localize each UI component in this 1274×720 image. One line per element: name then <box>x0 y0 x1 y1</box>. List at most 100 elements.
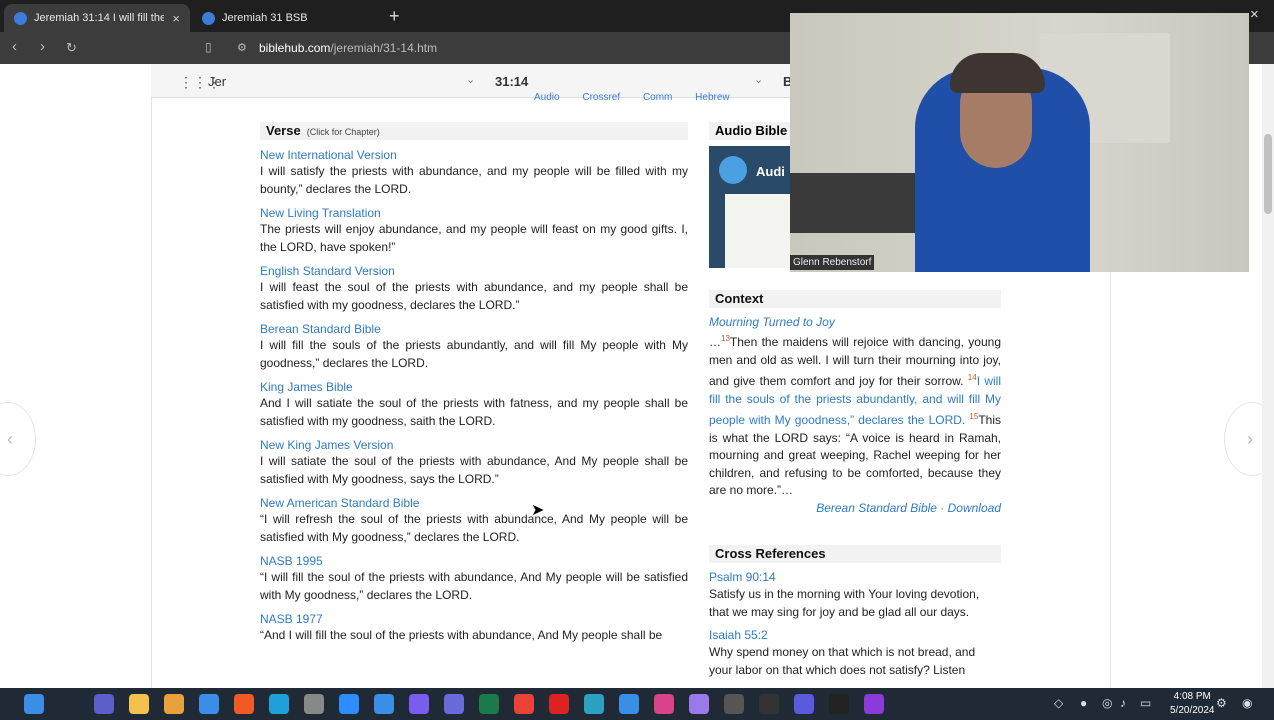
chevron-down-icon[interactable]: ⌄ <box>754 73 763 86</box>
presenter-name-label: Glenn Rebenstorf <box>790 255 875 270</box>
edge-icon[interactable] <box>269 694 289 714</box>
version-entry: English Standard Version I will feast the… <box>260 263 688 314</box>
microphone-icon[interactable]: ● <box>1080 696 1087 710</box>
tab-audio[interactable]: Audio <box>534 92 560 103</box>
version-name-link[interactable]: English Standard Version <box>260 263 688 279</box>
version-text: I will satisfy the priests with abundanc… <box>260 164 688 196</box>
version-name-link[interactable]: NASB 1977 <box>260 611 688 627</box>
version-text: “And I will fill the soul of the priests… <box>260 628 663 642</box>
battery-icon[interactable]: ▭ <box>1140 696 1151 710</box>
version-entry: New International Version I will satisfy … <box>260 147 688 198</box>
speaker-icon[interactable]: ♪ <box>1120 696 1126 710</box>
app-icon[interactable] <box>409 694 429 714</box>
bsb-link[interactable]: Berean Standard Bible <box>816 501 937 515</box>
publisher-icon[interactable] <box>479 694 499 714</box>
close-tab-icon[interactable]: × <box>172 11 180 26</box>
version-entry: New Living Translation The priests will e… <box>260 205 688 256</box>
teams-icon[interactable] <box>94 694 114 714</box>
url-path: /jeremiah/31-14.htm <box>330 41 438 55</box>
bookmark-icon[interactable]: ▯ <box>205 40 212 54</box>
back-icon[interactable]: ‹ <box>12 38 17 55</box>
app-icon[interactable] <box>619 694 639 714</box>
scrollbar-thumb[interactable] <box>1264 134 1272 214</box>
verse-versions-column: Verse (Click for Chapter) New Internation… <box>260 122 688 645</box>
book-select[interactable]: Jer <box>208 74 226 89</box>
tab-crossref[interactable]: Crossref <box>582 92 620 103</box>
biblehub-favicon-icon <box>14 11 27 25</box>
context-section: Context Mourning Turned to Joy …13Then t… <box>709 290 1001 515</box>
tab-comm[interactable]: Comm <box>643 92 672 103</box>
context-source: Berean Standard Bible · Download <box>709 501 1001 515</box>
chrome-icon[interactable] <box>514 694 534 714</box>
version-entry: New American Standard Bible “I will refre… <box>260 495 688 546</box>
brave-icon[interactable] <box>234 694 254 714</box>
start-icon[interactable] <box>24 694 44 714</box>
acrobat-icon[interactable] <box>549 694 569 714</box>
version-text: “I will fill the soul of the priests wit… <box>260 570 688 602</box>
app-icon[interactable] <box>444 694 464 714</box>
verse-number: 14 <box>967 373 977 382</box>
chevron-down-icon[interactable]: ⌄ <box>466 73 475 86</box>
section-tabs: Audio Crossref Comm Hebrew <box>534 92 750 103</box>
version-name-link[interactable]: New King James Version <box>260 437 688 453</box>
tab-title: Jeremiah 31:14 I will fill the soul <box>34 12 165 24</box>
clock[interactable]: 4:08 PM 5/20/2024 <box>1170 690 1215 718</box>
tab-jeremiah-31-14[interactable]: Jeremiah 31:14 I will fill the soul × <box>4 4 190 32</box>
previous-verse-arrow[interactable]: ‹ <box>0 402 36 476</box>
app-icon[interactable] <box>374 694 394 714</box>
next-verse-arrow[interactable]: › <box>1224 402 1262 476</box>
tab-hebrew[interactable]: Hebrew <box>695 92 729 103</box>
app-icon[interactable] <box>864 694 884 714</box>
wifi-icon[interactable]: ◎ <box>1102 696 1112 710</box>
version-name-link[interactable]: New International Version <box>260 147 688 163</box>
version-text: And I will satiate the soul of the pries… <box>260 396 688 428</box>
file-explorer-icon[interactable] <box>129 694 149 714</box>
version-name-link[interactable]: New Living Translation <box>260 205 688 221</box>
tab-jeremiah-31-bsb[interactable]: Jeremiah 31 BSB <box>192 4 378 32</box>
cross-reference-link[interactable]: Isaiah 55:2 <box>709 627 1001 644</box>
version-name-link[interactable]: King James Bible <box>260 379 688 395</box>
new-tab-button[interactable]: + <box>389 6 400 27</box>
app-icon[interactable] <box>724 694 744 714</box>
audio-bible-thumbnail[interactable]: Audi <box>709 146 791 268</box>
context-heading-link[interactable]: Mourning Turned to Joy <box>709 314 1001 330</box>
copilot-icon[interactable]: ◉ <box>1242 696 1252 710</box>
url-host: biblehub.com <box>259 41 331 55</box>
version-name-link[interactable]: NASB 1995 <box>260 553 688 569</box>
version-name-link[interactable]: Berean Standard Bible <box>260 321 688 337</box>
download-link[interactable]: Download <box>948 501 1001 515</box>
reload-icon[interactable]: ↻ <box>66 40 77 56</box>
cross-reference-link[interactable]: Psalm 90:14 <box>709 569 1001 586</box>
network-icon[interactable]: ◇ <box>1054 696 1063 710</box>
site-info-icon[interactable]: ⚙ <box>237 41 247 54</box>
paper-icon <box>725 194 791 268</box>
app-icon[interactable] <box>829 694 849 714</box>
zoom-icon[interactable] <box>339 694 359 714</box>
more-icon[interactable] <box>899 694 919 714</box>
version-name-link[interactable]: New American Standard Bible <box>260 495 688 511</box>
app-icon[interactable] <box>304 694 324 714</box>
address-bar[interactable]: biblehub.com/jeremiah/31-14.htm <box>259 41 437 55</box>
app-icon[interactable] <box>654 694 674 714</box>
app-icon[interactable] <box>584 694 604 714</box>
forward-icon[interactable]: › <box>40 38 45 55</box>
verse-section-header[interactable]: Verse (Click for Chapter) <box>260 122 688 140</box>
app-icon[interactable] <box>759 694 779 714</box>
verse-13-text: Then the maidens will rejoice with danci… <box>709 335 1001 388</box>
app-icon[interactable] <box>164 694 184 714</box>
close-window-icon[interactable]: × <box>1250 6 1259 23</box>
app-icon[interactable] <box>689 694 709 714</box>
cross-references-header: Cross References <box>709 545 1001 563</box>
version-entry: New King James Version I will satiate the… <box>260 437 688 488</box>
ellipsis: … <box>709 335 721 349</box>
click-for-chapter[interactable]: (Click for Chapter) <box>307 127 380 137</box>
cross-reference-entry: Psalm 90:14 Satisfy us in the morning wit… <box>709 569 1001 621</box>
cross-reference-entry: Isaiah 55:2 Why spend money on that which… <box>709 627 1001 679</box>
search-icon[interactable] <box>59 694 79 714</box>
context-text: …13Then the maidens will rejoice with da… <box>709 330 1001 500</box>
settings-icon[interactable]: ⚙ <box>1216 696 1227 710</box>
store-icon[interactable] <box>199 694 219 714</box>
scrollbar[interactable] <box>1262 64 1274 688</box>
reference-select[interactable]: 31:14 <box>495 74 528 89</box>
app-icon[interactable] <box>794 694 814 714</box>
